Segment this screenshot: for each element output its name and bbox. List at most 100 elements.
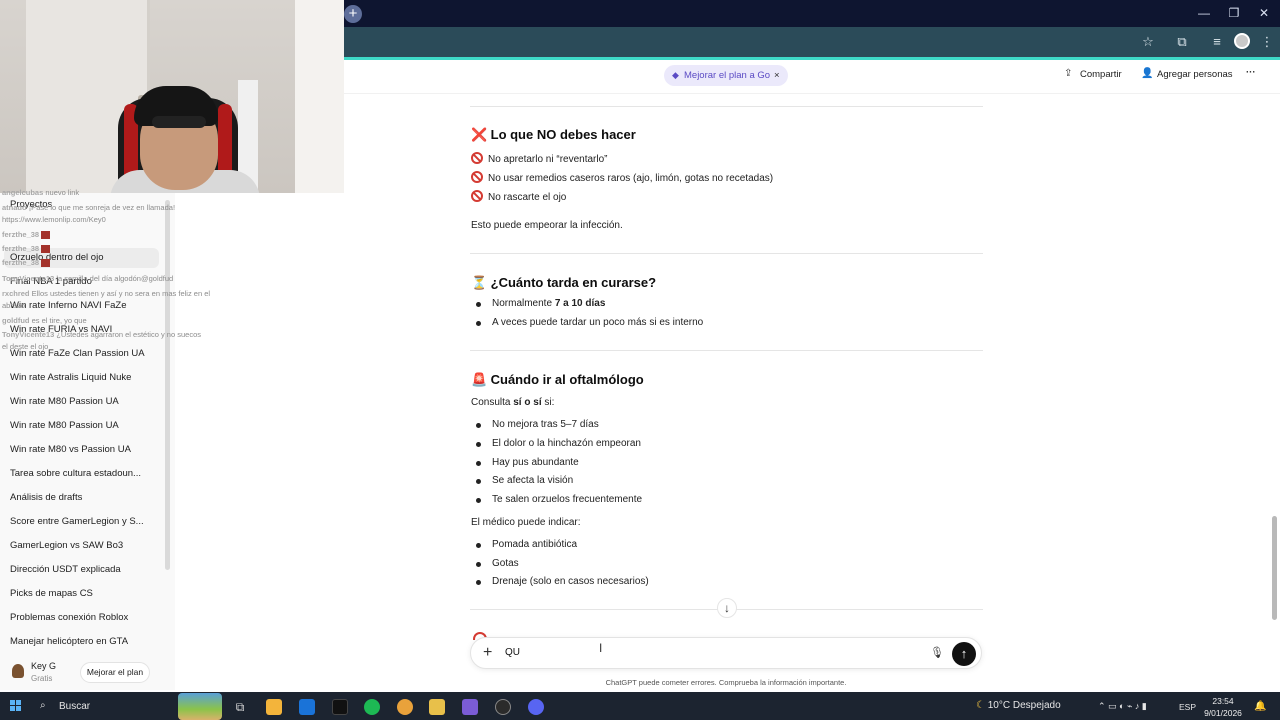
- microsoft-store-icon[interactable]: [266, 699, 282, 715]
- emote-icon: [41, 245, 51, 254]
- prohibited-item: No apretarlo ni “reventarlo”: [471, 152, 608, 165]
- user-name: Key G: [31, 661, 57, 671]
- system-tray-icons[interactable]: ⌃ ▭ ◐ ⌁ ♪ ▮: [1098, 701, 1147, 712]
- paragraph: Consulta sí o sí si:: [471, 397, 554, 408]
- bookmark-star-icon[interactable]: ☆: [1139, 33, 1157, 51]
- weather-widget[interactable]: ☾ 10°C Despejado: [976, 700, 1061, 711]
- section-title-text: Lo que NO debes hacer: [490, 127, 636, 142]
- extensions-icon[interactable]: ⧉: [1173, 33, 1191, 51]
- more-options-button[interactable]: ···: [1246, 67, 1256, 78]
- chat-text: abrazo: [2, 301, 25, 310]
- message-composer[interactable]: [470, 637, 982, 669]
- section-title: ❌ Lo que NO debes hacer: [471, 127, 636, 143]
- sidebar-item[interactable]: Manejar helicóptero en GTA: [10, 632, 160, 652]
- prohibited-icon: [471, 152, 483, 164]
- bullet-dot: [476, 302, 481, 307]
- bullet-dot: [476, 543, 481, 548]
- sidebar-item[interactable]: Win rate Astralis Liquid Nuke: [10, 368, 160, 388]
- list-item: El dolor o la hinchazón empeoran: [492, 438, 641, 449]
- chat-message: TonyVicente13 la semilla del día algodón…: [2, 274, 173, 283]
- spotify-icon[interactable]: [364, 699, 380, 715]
- emote-icon: [41, 231, 51, 240]
- notification-bell-icon[interactable]: 🔔: [1254, 701, 1266, 712]
- bullet-dot: [476, 461, 481, 466]
- sidebar-item[interactable]: Win rate M80 Passion UA: [10, 416, 160, 436]
- scroll-down-button[interactable]: ↓: [717, 598, 737, 618]
- microphone-icon[interactable]: 🎙: [930, 646, 944, 659]
- chat-username: ferzthe_38: [2, 244, 40, 253]
- chat-text: ¡Pase lo que me sonreja de vez en llamad…: [28, 203, 176, 212]
- sidebar-item[interactable]: Análisis de drafts: [10, 488, 160, 508]
- add-people-button[interactable]: Agregar personas: [1157, 69, 1233, 80]
- chat-text: la semilla del día algodón@goldfud: [56, 274, 174, 283]
- sidebar-item[interactable]: GamerLegion vs SAW Bo3: [10, 536, 160, 556]
- chat-text: es el tire, yo que: [31, 316, 87, 325]
- app-icon[interactable]: [495, 699, 511, 715]
- new-tab-button[interactable]: +: [344, 5, 362, 23]
- chat-username: atnado: [2, 203, 27, 212]
- paragraph: El médico puede indicar:: [471, 517, 581, 528]
- chat-text: Ellos ustedes tienen y así y no sera en …: [31, 289, 211, 298]
- share-button[interactable]: Compartir: [1080, 69, 1122, 80]
- sidebar-item[interactable]: Problemas conexión Roblox: [10, 608, 160, 628]
- section-divider: [470, 350, 983, 351]
- sidebar-item[interactable]: Dirección USDT explicada: [10, 560, 160, 580]
- reading-list-icon[interactable]: ≡: [1208, 33, 1226, 51]
- language-indicator[interactable]: ESP: [1179, 702, 1196, 712]
- prohibited-icon: [471, 171, 483, 183]
- profile-avatar[interactable]: [1234, 33, 1250, 49]
- outlook-icon[interactable]: [299, 699, 315, 715]
- plus-icon[interactable]: +: [483, 644, 492, 662]
- bullet-dot: [476, 479, 481, 484]
- user-plan: Gratis: [31, 674, 53, 683]
- list-item-text: Normalmente: [492, 298, 555, 309]
- sidebar-scrollbar[interactable]: [165, 200, 170, 570]
- chrome-icon[interactable]: [397, 699, 413, 715]
- bullet-dot: [476, 498, 481, 503]
- sidebar-item[interactable]: Picks de mapas CS: [10, 584, 160, 604]
- section-title-text: ¿Cuánto tarda en curarse?: [490, 275, 657, 290]
- browser-menu-icon[interactable]: ⋮: [1258, 33, 1276, 51]
- list-item: Pomada antibiótica: [492, 539, 578, 550]
- section-divider: [470, 106, 983, 107]
- text-cursor-icon: I: [599, 641, 603, 655]
- bullet-dot: [476, 442, 481, 447]
- chat-header: [344, 60, 1280, 94]
- message-input[interactable]: QU: [505, 647, 520, 658]
- tiktok-icon[interactable]: [332, 699, 348, 715]
- chat-text: ¿Ustedes agarraron el estético y no suec…: [56, 330, 202, 339]
- copilot-icon[interactable]: [462, 699, 478, 715]
- beach-widget-icon[interactable]: [178, 693, 222, 720]
- webcam-light: [295, 0, 344, 193]
- windows-start-icon[interactable]: [10, 700, 22, 712]
- close-window-button[interactable]: ✕: [1249, 3, 1279, 23]
- task-view-icon[interactable]: ⧉: [232, 699, 248, 715]
- prohibited-text: No apretarlo ni “reventarlo”: [488, 154, 608, 165]
- main-scrollbar[interactable]: [1272, 516, 1277, 620]
- sidebar-item[interactable]: Tarea sobre cultura estadoun...: [10, 464, 160, 484]
- upgrade-plan-button[interactable]: Mejorar el plan: [80, 662, 150, 683]
- restore-button[interactable]: ❐: [1219, 3, 1249, 23]
- chat-message: goldfud es el tire, yo que: [2, 316, 87, 325]
- weather-text: 10°C Despejado: [987, 700, 1061, 711]
- clock-time[interactable]: 23:54: [1205, 696, 1241, 706]
- sidebar-item[interactable]: Win rate M80 Passion UA: [10, 392, 160, 412]
- upgrade-plan-pill[interactable]: ◆ Mejorar el plan a Go ×: [664, 65, 788, 86]
- sidebar-item[interactable]: Win rate Inferno NAVI FaZe: [10, 296, 160, 316]
- webcam-overlay: [0, 0, 344, 193]
- chat-username: goldfud: [2, 316, 30, 325]
- list-item-bold: 7 a 10 días: [554, 298, 606, 309]
- search-icon[interactable]: ⌕: [40, 700, 46, 711]
- taskbar-search[interactable]: Buscar: [59, 701, 90, 712]
- discord-icon[interactable]: [528, 699, 544, 715]
- list-item: Drenaje (solo en casos necesarios): [492, 576, 649, 587]
- send-button[interactable]: ↑: [952, 642, 976, 666]
- close-icon[interactable]: ×: [774, 65, 780, 86]
- chat-message: https://www.lemonlip.com/Key0: [2, 215, 106, 224]
- sidebar-item[interactable]: Win rate M80 vs Passion UA: [10, 440, 160, 460]
- sidebar-item[interactable]: Score entre GamerLegion y S...: [10, 512, 160, 532]
- list-item: Hay pus abundante: [492, 457, 579, 468]
- file-explorer-icon[interactable]: [429, 699, 445, 715]
- minimize-button[interactable]: —: [1189, 3, 1219, 23]
- clock-date[interactable]: 9/01/2026: [1199, 708, 1247, 718]
